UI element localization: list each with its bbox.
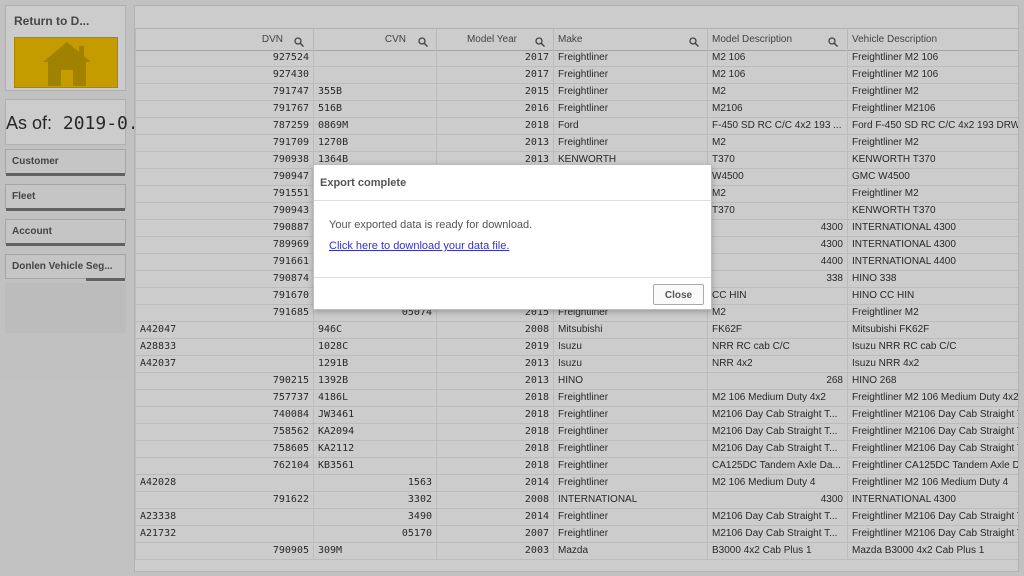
divider (314, 200, 711, 201)
export-complete-dialog: Export complete Your exported data is re… (313, 164, 712, 310)
close-button[interactable]: Close (653, 284, 704, 305)
dialog-message: Your exported data is ready for download… (329, 219, 533, 231)
download-link[interactable]: Click here to download your data file. (329, 240, 509, 252)
divider (314, 277, 711, 278)
dialog-title: Export complete (320, 177, 407, 189)
